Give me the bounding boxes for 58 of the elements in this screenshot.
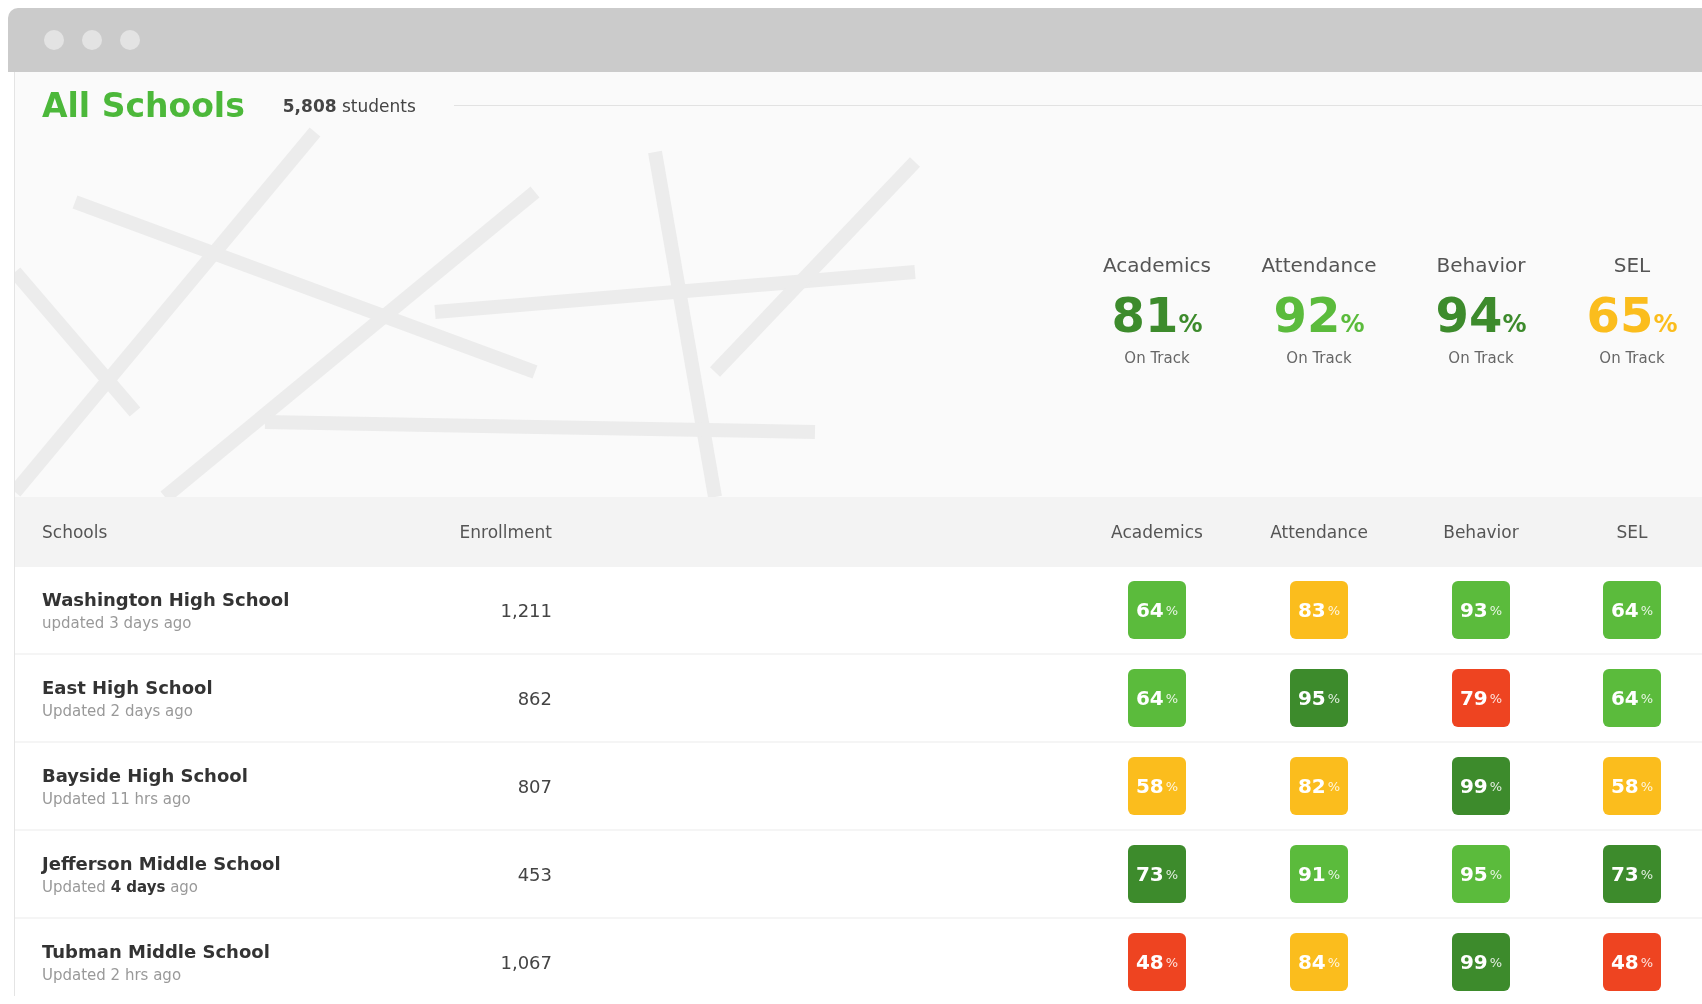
column-header[interactable]: Enrollment <box>459 522 552 542</box>
updated-time: updated 3 days ago <box>42 613 193 632</box>
score-badge: 95% <box>1290 669 1348 727</box>
school-name[interactable]: Jefferson Middle School <box>42 852 412 874</box>
page-title: All Schools <box>42 86 245 125</box>
score-badge: 64% <box>1603 581 1661 639</box>
enrollment-cell: 1,211 <box>500 599 552 621</box>
score-badge: 99% <box>1452 933 1510 991</box>
score-badge: 79% <box>1452 669 1510 727</box>
student-count: 5,808 students <box>282 95 416 116</box>
score-badge: 99% <box>1452 757 1510 815</box>
column-header[interactable]: SEL <box>1616 522 1648 542</box>
school-name[interactable]: Washington High School <box>42 588 412 610</box>
metric-value: 81% <box>1111 291 1203 339</box>
metric-label: Behavior <box>1436 253 1526 277</box>
window-control-icon[interactable] <box>82 30 102 50</box>
metric-caption: On Track <box>1124 349 1190 367</box>
metric-value: 94% <box>1435 291 1527 339</box>
column-header[interactable]: Academics <box>1111 522 1203 542</box>
school-name[interactable]: Tubman Middle School <box>42 940 412 962</box>
score-badge: 48% <box>1603 933 1661 991</box>
enrollment-cell: 453 <box>517 863 552 885</box>
score-badge: 91% <box>1290 845 1348 903</box>
metric-caption: On Track <box>1286 349 1352 367</box>
score-badge: 64% <box>1603 669 1661 727</box>
score-badge: 73% <box>1128 845 1186 903</box>
column-header[interactable]: Schools <box>42 522 108 542</box>
score-badge: 48% <box>1128 933 1186 991</box>
window-control-icon[interactable] <box>44 30 64 50</box>
window-control-icon[interactable] <box>120 30 140 50</box>
updated-time: Updated 2 hrs ago <box>42 965 183 984</box>
updated-time: Updated 4 days ago <box>42 877 200 896</box>
score-badge: 73% <box>1603 845 1661 903</box>
metric-caption: On Track <box>1448 349 1514 367</box>
score-badge: 64% <box>1128 581 1186 639</box>
score-badge: 83% <box>1290 581 1348 639</box>
metric-caption: On Track <box>1599 349 1665 367</box>
column-header[interactable]: Attendance <box>1270 522 1368 542</box>
metric-label: Academics <box>1102 253 1211 277</box>
enrollment-cell: 1,067 <box>500 951 552 973</box>
updated-time: Updated 11 hrs ago <box>42 789 192 808</box>
score-badge: 82% <box>1290 757 1348 815</box>
school-name[interactable]: East High School <box>42 676 412 698</box>
enrollment-cell: 807 <box>517 775 552 797</box>
score-badge: 58% <box>1603 757 1661 815</box>
score-badge: 93% <box>1452 581 1510 639</box>
metric-value: 92% <box>1273 291 1365 339</box>
school-name[interactable]: Bayside High School <box>42 764 412 786</box>
score-badge: 64% <box>1128 669 1186 727</box>
column-header[interactable]: Behavior <box>1443 522 1519 542</box>
updated-time: Updated 2 days ago <box>42 701 194 720</box>
metric-label: SEL <box>1613 253 1651 277</box>
enrollment-cell: 862 <box>517 687 552 709</box>
score-badge: 58% <box>1128 757 1186 815</box>
score-badge: 95% <box>1452 845 1510 903</box>
metric-label: Attendance <box>1261 253 1377 277</box>
score-badge: 84% <box>1290 933 1348 991</box>
metric-value: 65% <box>1586 291 1678 339</box>
